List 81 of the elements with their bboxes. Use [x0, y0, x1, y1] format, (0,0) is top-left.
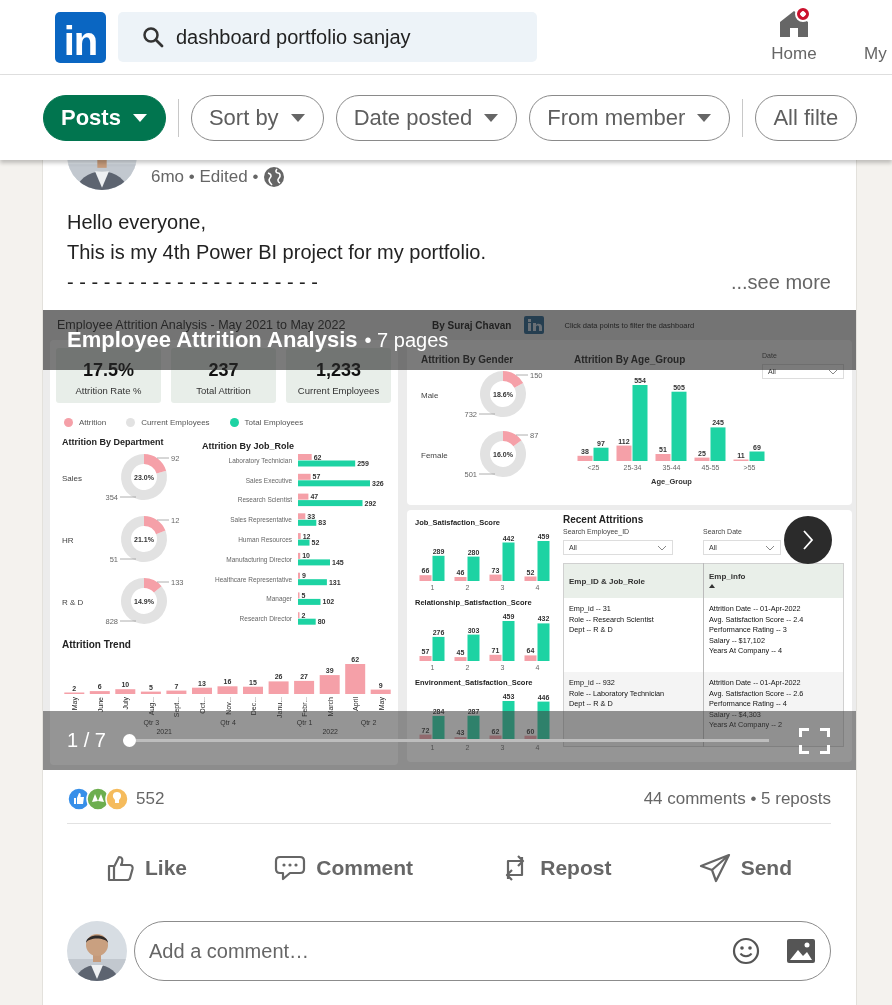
chart-bar — [243, 686, 263, 694]
category-label: Sales — [62, 473, 83, 483]
legend-label: Current Employees — [141, 417, 210, 427]
image-icon[interactable] — [786, 938, 816, 964]
action-button[interactable]: Comment — [274, 854, 414, 882]
dashboard-title: Employee Attrition Analysis - May 2021 to May 2022 — [57, 318, 346, 332]
leader-line — [119, 558, 137, 560]
leader-line — [478, 473, 496, 475]
chart-bar — [89, 691, 110, 694]
chart-title: Attrition By Department — [62, 437, 165, 447]
filter-button[interactable]: All filte — [755, 94, 858, 141]
send-icon — [698, 853, 731, 883]
category-label: R & D — [62, 597, 85, 607]
reaction-icon — [105, 787, 129, 811]
category-label: Female — [421, 450, 449, 460]
chart-title: Attrition Trend — [62, 639, 132, 650]
chart-bar — [217, 686, 238, 694]
post-text: This is my 4th Power BI project for my portfolio. — [67, 240, 488, 265]
search-input[interactable]: dashboard portfolio sanjay — [176, 25, 506, 49]
chart-bar — [345, 664, 366, 694]
leader-line — [156, 581, 170, 583]
action-button[interactable]: Like — [105, 853, 188, 883]
nav-item[interactable]: My — [864, 0, 887, 74]
globe-icon — [264, 167, 285, 187]
leader-line — [119, 496, 137, 498]
logo-icon — [524, 316, 545, 334]
engagement-counts[interactable]: 44 comments • 5 reposts — [643, 789, 831, 809]
filter-button[interactable]: Date posted — [335, 94, 518, 141]
chevron-icon — [657, 544, 667, 551]
leader-line — [515, 374, 529, 376]
post-text: Hello everyone, — [67, 210, 207, 235]
chevron-icon — [765, 544, 775, 551]
chart-bar — [140, 691, 161, 694]
column-header[interactable]: Emp_info — [703, 563, 844, 598]
like-icon — [105, 853, 135, 883]
search-field[interactable]: dashboard portfolio sanjay — [118, 12, 537, 62]
leader-line — [119, 620, 137, 622]
action-button[interactable]: Send — [698, 853, 792, 883]
chart-bar — [192, 687, 212, 694]
kpi-label: Current Employees — [297, 385, 380, 396]
chart-title: Attrition By Gender — [421, 354, 515, 365]
fullscreen-icon[interactable] — [799, 727, 830, 754]
filter-button[interactable]: Sort by — [190, 94, 324, 141]
see-more-link[interactable]: ...see more — [730, 267, 831, 297]
chevron-icon — [828, 368, 838, 375]
post-text: - - - - - - - - - - - - - - - - - - - - - — [67, 270, 318, 295]
kpi-value: 1,233 — [315, 360, 361, 380]
chart-title: Attrition By Job_Role — [202, 441, 295, 451]
category-label: Male — [421, 390, 440, 400]
logo[interactable]: in — [55, 11, 106, 63]
page-counter: 1 / 7 — [67, 729, 106, 752]
leader-line — [156, 457, 170, 459]
reaction-count[interactable]: 552 — [136, 789, 165, 809]
filter-button[interactable]: From member — [529, 94, 731, 141]
chart-bar — [268, 681, 289, 694]
action-button[interactable]: Repost — [500, 853, 612, 883]
column-header[interactable]: Emp_ID & Job_Role — [563, 563, 704, 598]
leader-line — [515, 434, 529, 436]
leader-line — [156, 519, 170, 521]
chart-bar — [370, 689, 391, 694]
section-title: Recent Attritions — [563, 514, 645, 525]
chart-title: Attrition By Age_Group — [574, 354, 687, 365]
category-label: HR — [62, 535, 75, 545]
post-meta: 6mo • Edited • — [151, 167, 259, 187]
leader-line — [478, 413, 496, 415]
chart-bar — [115, 689, 136, 694]
legend-label: Attrition — [79, 417, 107, 427]
emoji-icon[interactable] — [732, 937, 760, 965]
chart-bar — [319, 675, 340, 694]
sort-icon — [709, 584, 715, 588]
search-icon — [142, 26, 164, 48]
chevron-right-icon — [802, 529, 814, 551]
comment-input[interactable]: Add a comment… — [149, 939, 706, 963]
nav-item[interactable]: Home — [744, 0, 844, 74]
kpi-label: Total Attrition — [196, 385, 251, 396]
kpi-label: Attrition Rate % — [75, 385, 142, 396]
chart-bar — [166, 690, 187, 694]
filter-button[interactable]: Posts — [43, 94, 166, 141]
chart-bar — [294, 680, 315, 694]
comment-icon — [274, 854, 307, 882]
legend-label: Total Employees — [244, 417, 304, 427]
